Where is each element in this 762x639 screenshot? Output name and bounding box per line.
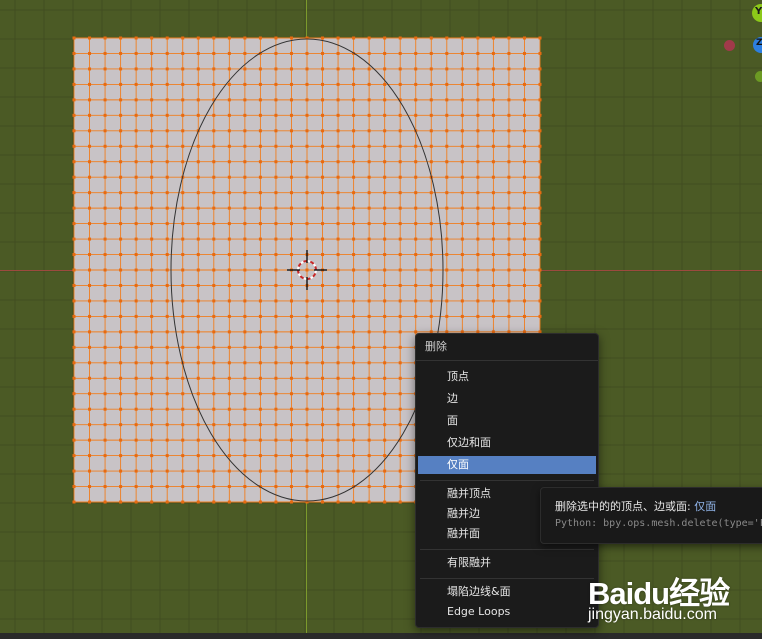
menu-separator <box>420 549 594 550</box>
delete-menu-title: 删除 <box>416 334 598 361</box>
menu-item-only-edges-faces[interactable]: 仅边和面 <box>418 434 596 452</box>
tooltip-highlight: 仅面 <box>694 500 717 513</box>
tooltip-python: Python: bpy.ops.mesh.delete(type='FACE') <box>555 518 762 529</box>
menu-item-faces[interactable]: 面 <box>418 412 596 430</box>
menu-item-limited-dissolve[interactable]: 有限融并 <box>418 554 596 572</box>
delete-menu: 删除 顶点 边 面 仅边和面 仅面 融并顶点 融并边 融并面 有限融并 塌陷边线… <box>415 333 599 628</box>
menu-item-edge-loops[interactable]: Edge Loops <box>418 603 596 621</box>
menu-item-collapse-edges-faces[interactable]: 塌陷边线&面 <box>418 583 596 601</box>
menu-item-vertices[interactable]: 顶点 <box>418 368 596 386</box>
gizmo-neg-y-axis-icon[interactable] <box>755 71 762 82</box>
gizmo-neg-x-axis-icon[interactable] <box>724 40 735 51</box>
tooltip-description-text: 删除选中的的顶点、边或面: <box>555 500 691 513</box>
gizmo-y-label: Y <box>755 6 762 17</box>
tooltip-description: 删除选中的的顶点、边或面: 仅面 <box>555 498 716 514</box>
bottom-strip <box>0 633 762 639</box>
menu-separator <box>420 480 594 481</box>
menu-item-only-faces[interactable]: 仅面 <box>418 456 596 474</box>
menu-separator <box>420 578 594 579</box>
menu-tooltip: 删除选中的的顶点、边或面: 仅面 Python: bpy.ops.mesh.de… <box>540 487 762 544</box>
gizmo-z-label: Z <box>756 38 762 48</box>
menu-item-edges[interactable]: 边 <box>418 390 596 408</box>
baidu-url: jingyan.baidu.com <box>588 606 717 623</box>
